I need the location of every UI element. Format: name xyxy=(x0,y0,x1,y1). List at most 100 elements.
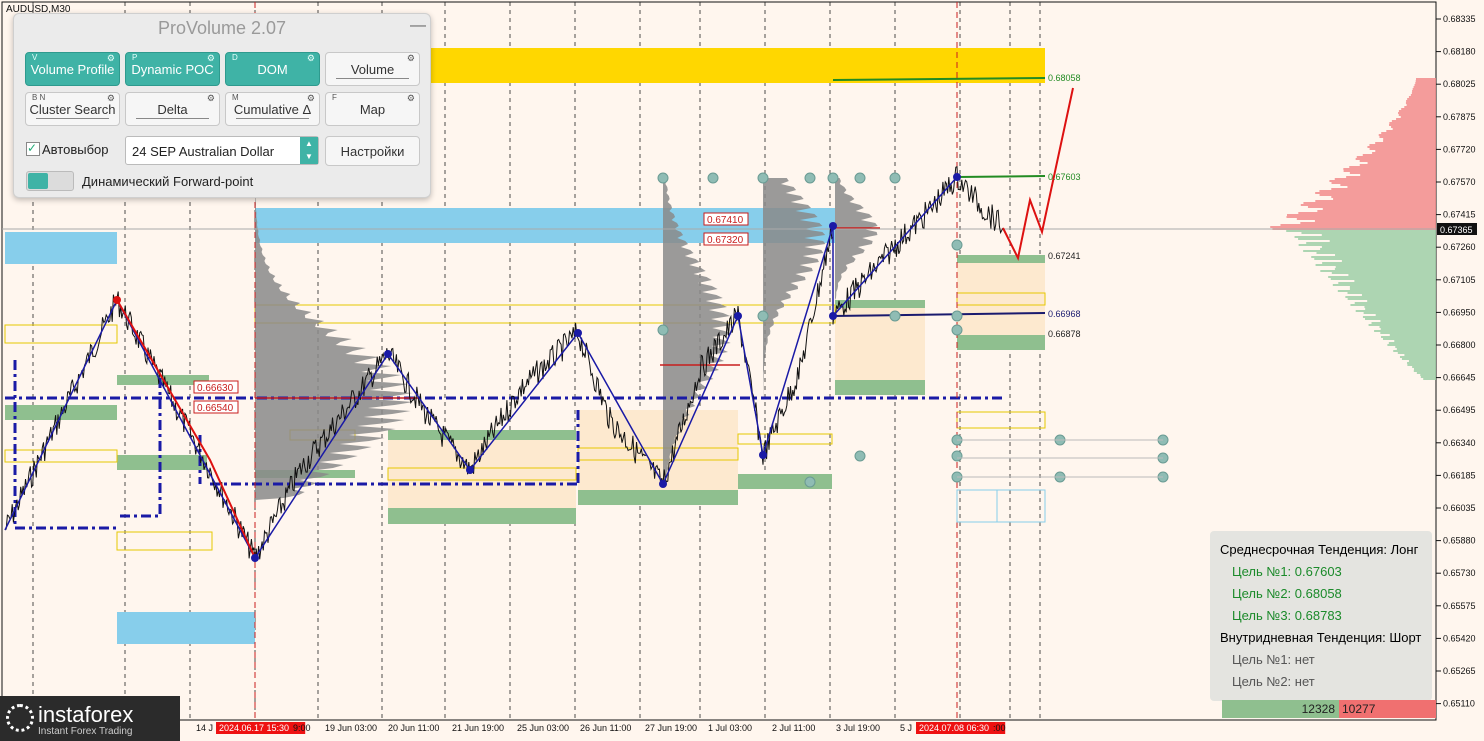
gear-icon: ⚙ xyxy=(406,93,415,103)
mid-target-2: Цель №2: 0.68058 xyxy=(1232,586,1342,601)
settings-button[interactable]: Настройки xyxy=(325,136,420,166)
forward-point-toggle[interactable] xyxy=(26,171,74,191)
autoselect-label: Автовыбор xyxy=(42,142,109,157)
green-zone-2 xyxy=(117,455,207,470)
mid-target-1: Цель №1: 0.67603 xyxy=(1232,564,1342,579)
time-tick: 3 Jul 19:00 xyxy=(836,723,880,733)
svg-text:0.68058: 0.68058 xyxy=(1048,73,1081,83)
range-box-2 xyxy=(578,410,738,495)
volume-profile-button[interactable]: V ⚙ Volume Profile xyxy=(25,52,120,86)
forward-point-label: Динамический Forward-point xyxy=(82,174,254,189)
sell-volume: 10277 xyxy=(1339,700,1436,718)
current-price: 0.67365 xyxy=(1440,225,1473,235)
svg-text:0.66540: 0.66540 xyxy=(197,403,234,414)
svg-text:0.67410: 0.67410 xyxy=(707,215,744,226)
green-zone-8 xyxy=(835,380,925,395)
dom-button[interactable]: D ⚙ DOM xyxy=(225,52,320,86)
price-tick: 0.67415 xyxy=(1443,210,1476,220)
gear-icon: ⚙ xyxy=(106,93,115,103)
buy-volume: 12328 xyxy=(1222,700,1339,718)
price-tick: 0.66035 xyxy=(1443,503,1476,513)
price-tick: 0.68025 xyxy=(1443,79,1476,89)
price-tick: 0.68180 xyxy=(1443,47,1476,57)
price-tick: 0.65880 xyxy=(1443,536,1476,546)
mid-target-3: Цель №3: 0.68783 xyxy=(1232,608,1342,623)
time-tick: :00 xyxy=(993,723,1006,733)
autoselect-checkbox[interactable]: ✓ xyxy=(26,142,40,156)
price-tick: 0.66645 xyxy=(1443,373,1476,383)
price-tick: 0.65265 xyxy=(1443,666,1476,676)
time-tick: 2 Jul 11:00 xyxy=(772,723,815,733)
price-tick: 0.65420 xyxy=(1443,633,1476,643)
time-tick: 2024.06.17 15:30 xyxy=(219,723,289,733)
cluster-search-button[interactable]: B N ⚙ Cluster Search xyxy=(25,92,120,126)
price-tick: 0.67105 xyxy=(1443,275,1476,285)
gear-icon: ⚙ xyxy=(406,53,415,63)
time-tick: 26 Jun 11:00 xyxy=(580,723,631,733)
price-tick: 0.67570 xyxy=(1443,177,1476,187)
gear-icon: ⚙ xyxy=(306,93,315,103)
green-zone-5 xyxy=(388,430,576,440)
gold-zone xyxy=(430,48,1045,83)
range-box-3 xyxy=(835,305,925,385)
svg-text:0.67603: 0.67603 xyxy=(1048,172,1081,182)
cumulative-delta-button[interactable]: M ⚙ Cumulative Δ xyxy=(225,92,320,126)
svg-text:0.66968: 0.66968 xyxy=(1048,309,1081,319)
time-tick: 19 Jun 03:00 xyxy=(325,723,377,733)
map-button[interactable]: F ⚙ Map xyxy=(325,92,420,126)
time-tick: 25 Jun 03:00 xyxy=(517,723,569,733)
price-tick: 0.66185 xyxy=(1443,470,1476,480)
time-tick: 21 Jun 19:00 xyxy=(452,723,504,733)
time-tick: 5 J xyxy=(900,723,912,733)
price-tick: 0.65575 xyxy=(1443,601,1476,611)
volume-button[interactable]: ⚙ Volume xyxy=(325,52,420,86)
svg-text:0.66878: 0.66878 xyxy=(1048,329,1081,339)
delta-button[interactable]: ⚙ Delta xyxy=(125,92,220,126)
gear-icon: ⚙ xyxy=(306,53,315,63)
price-tick: 0.67720 xyxy=(1443,144,1476,154)
dynamic-poc-button[interactable]: P ⚙ Dynamic POC xyxy=(125,52,220,86)
time-tick: 14 J xyxy=(196,723,213,733)
time-tick: 27 Jun 19:00 xyxy=(645,723,697,733)
gear-icon: ⚙ xyxy=(106,53,115,63)
price-tick: 0.67260 xyxy=(1443,242,1476,252)
time-tick: 2024.07.08 06:30 xyxy=(919,723,989,733)
provolume-panel: ProVolume 2.07 — V ⚙ Volume Profile P ⚙ Dy… xyxy=(13,13,431,198)
spinner-icon: ▲ ▼ xyxy=(300,137,318,164)
price-tick: 0.66950 xyxy=(1443,307,1476,317)
price-tick: 0.66340 xyxy=(1443,438,1476,448)
instrument-select[interactable]: 24 SEP Australian Dollar ▲ ▼ xyxy=(125,136,319,165)
intraday-target-2: Цель №2: нет xyxy=(1232,674,1315,689)
price-tick: 0.67875 xyxy=(1443,112,1476,122)
price-tick: 0.68335 xyxy=(1443,14,1476,24)
green-zone-7 xyxy=(738,474,832,489)
svg-text:0.66630: 0.66630 xyxy=(197,383,234,394)
instaforex-logo: instaforex Instant Forex Trading xyxy=(0,696,180,741)
range-box-4 xyxy=(957,260,1045,340)
mid-trend-label: Среднесрочная Тенденция: Лонг xyxy=(1220,542,1419,557)
price-tick: 0.65110 xyxy=(1443,699,1475,709)
time-tick: 20 Jun 11:00 xyxy=(388,723,439,733)
blue-zone-bottom xyxy=(117,612,255,644)
gear-icon: ⚙ xyxy=(206,53,215,63)
panel-title: ProVolume 2.07 xyxy=(157,18,287,38)
svg-text:0.67241: 0.67241 xyxy=(1048,251,1081,261)
green-zone-6 xyxy=(578,490,738,505)
logo-icon xyxy=(6,704,34,732)
green-zone-10 xyxy=(957,335,1045,350)
svg-text:0.67320: 0.67320 xyxy=(707,235,744,246)
price-tick: 0.65730 xyxy=(1443,568,1476,578)
blue-zone-left xyxy=(5,232,117,264)
intraday-target-1: Цель №1: нет xyxy=(1232,652,1315,667)
minimize-icon[interactable]: — xyxy=(410,18,426,34)
trend-info-panel: Среднесрочная Тенденция: Лонг Цель №1: 0… xyxy=(1210,531,1432,701)
time-tick: 1 Jul 03:00 xyxy=(708,723,752,733)
time-axis: 14 J 2024.06.17 15:30 9:00 19 Jun 03:00 20 J… xyxy=(196,722,1006,734)
price-axis: 0.68335 0.68180 0.68025 0.67875 0.67720 0.675… xyxy=(1436,14,1476,709)
price-tick: 0.66800 xyxy=(1443,340,1476,350)
green-zone-11 xyxy=(957,255,1045,263)
gear-icon: ⚙ xyxy=(206,93,215,103)
intraday-trend-label: Внутридневная Тенденция: Шорт xyxy=(1220,630,1422,645)
price-tick: 0.66495 xyxy=(1443,405,1476,415)
time-tick: 9:00 xyxy=(293,723,311,733)
